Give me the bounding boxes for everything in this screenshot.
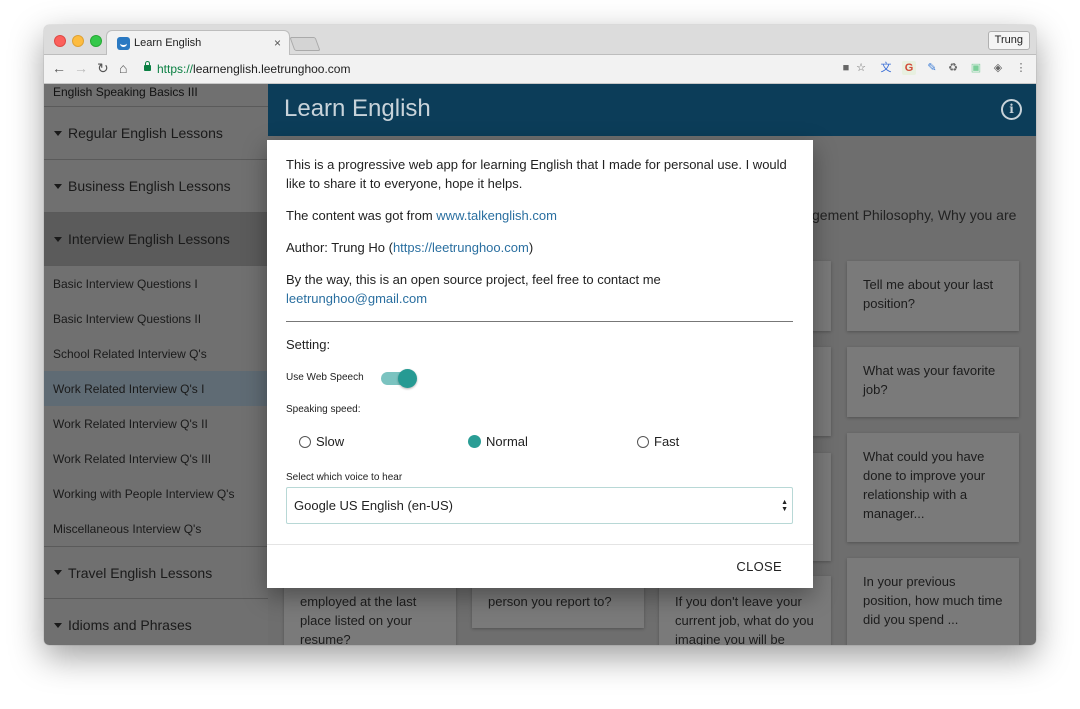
new-tab-button[interactable] xyxy=(289,37,321,51)
app-header: Learn English i xyxy=(268,84,1036,136)
sidebar-section-label: Interview English Lessons xyxy=(68,231,230,247)
sidebar-item-school-related[interactable]: School Related Interview Q's xyxy=(44,336,268,371)
dialog-author: Author: Trung Ho (https://leetrunghoo.co… xyxy=(286,238,796,257)
author-suffix: ) xyxy=(528,240,534,255)
caret-down-icon xyxy=(54,236,62,242)
extension-icon[interactable]: ▣ xyxy=(969,61,983,75)
speed-radio-fast[interactable]: Fast xyxy=(637,434,679,449)
reload-icon[interactable]: ↻ xyxy=(97,60,109,77)
tab-close-icon[interactable]: × xyxy=(274,36,281,50)
caret-down-icon xyxy=(54,130,62,136)
radio-label: Fast xyxy=(654,434,680,449)
close-window-button[interactable] xyxy=(54,35,66,47)
sidebar-section-label: Idioms and Phrases xyxy=(68,617,192,633)
contact-email-link[interactable]: leetrunghoo@gmail.com xyxy=(286,291,427,306)
question-card[interactable]: What was your favorite job? xyxy=(847,347,1019,417)
sidebar-item-work-related-1[interactable]: Work Related Interview Q's I xyxy=(44,371,268,406)
sidebar-section-label: Business English Lessons xyxy=(68,178,231,194)
camera-icon[interactable]: ■ xyxy=(839,61,853,75)
web-speech-label: Use Web Speech xyxy=(286,372,364,383)
maximize-window-button[interactable] xyxy=(90,35,102,47)
talkenglish-link[interactable]: www.talkenglish.com xyxy=(436,208,557,223)
radio-label: Slow xyxy=(316,434,345,449)
url-scheme: https:// xyxy=(157,62,194,76)
address-toolbar: ← → ↻ ⌂ https://learnenglish.leetrunghoo… xyxy=(44,55,1036,84)
radio-unchecked-icon xyxy=(637,435,649,448)
sidebar-section-travel[interactable]: Travel English Lessons xyxy=(44,546,268,599)
dialog-footer-divider xyxy=(267,544,813,545)
sidebar-item-working-with-people[interactable]: Working with People Interview Q's xyxy=(44,476,268,511)
radio-checked-icon xyxy=(468,435,481,448)
sidebar-item-work-related-2[interactable]: Work Related Interview Q's II xyxy=(44,406,268,441)
minimize-window-button[interactable] xyxy=(72,35,84,47)
radio-label: Normal xyxy=(486,434,528,449)
web-speech-toggle-knob[interactable] xyxy=(398,369,417,388)
favicon-icon xyxy=(117,37,130,50)
speed-radio-normal[interactable]: Normal xyxy=(468,434,528,449)
lesson-description: gement Philosophy, Why you are xyxy=(812,207,1017,223)
voice-select-label: Select which voice to hear xyxy=(286,472,403,483)
shield-extension-icon[interactable]: ◈ xyxy=(991,61,1005,75)
dialog-content-source: The content was got from www.talkenglish… xyxy=(286,206,796,225)
radio-unchecked-icon xyxy=(299,435,311,448)
contact-text: By the way, this is an open source proje… xyxy=(286,272,661,287)
sidebar-section-label: Regular English Lessons xyxy=(68,125,223,141)
more-menu-icon[interactable]: ⋮ xyxy=(1014,61,1028,75)
sidebar-section-business[interactable]: Business English Lessons xyxy=(44,160,268,213)
author-link[interactable]: https://leetrunghoo.com xyxy=(393,240,529,255)
author-prefix: Author: Trung Ho ( xyxy=(286,240,393,255)
sidebar-item-english-speaking-basics-iii[interactable]: English Speaking Basics III xyxy=(44,84,268,107)
address-bar[interactable]: https://learnenglish.leetrunghoo.com xyxy=(157,62,350,76)
home-icon[interactable]: ⌂ xyxy=(119,60,127,76)
pen-extension-icon[interactable]: ✎ xyxy=(925,61,939,75)
divider xyxy=(286,321,793,322)
browser-tab[interactable]: Learn English × xyxy=(106,30,290,56)
lock-icon xyxy=(144,61,151,71)
sidebar-item-work-related-3[interactable]: Work Related Interview Q's III xyxy=(44,441,268,476)
sidebar: English Speaking Basics III Regular Engl… xyxy=(44,84,268,645)
forward-icon[interactable]: → xyxy=(74,60,88,76)
question-card[interactable]: In your previous position, how much time… xyxy=(847,558,1019,645)
setting-heading: Setting: xyxy=(286,337,331,352)
select-arrows-icon: ▲ ▼ xyxy=(781,499,788,513)
question-card[interactable]: Tell me about your last position? xyxy=(847,261,1019,331)
title-bar: Learn English × Trung xyxy=(44,25,1036,56)
speed-radio-slow[interactable]: Slow xyxy=(299,434,344,449)
sidebar-section-idioms[interactable]: Idioms and Phrases xyxy=(44,599,268,645)
speaking-speed-label: Speaking speed: xyxy=(286,404,361,415)
app-title: Learn English xyxy=(284,95,431,122)
translate-extension-icon[interactable]: 文 xyxy=(879,61,893,75)
url-host: learnenglish.leetrunghoo.com xyxy=(193,62,351,76)
tab-title: Learn English xyxy=(134,37,202,49)
sidebar-item-basic-interview-2[interactable]: Basic Interview Questions II xyxy=(44,301,268,336)
question-card[interactable]: What could you have done to improve your… xyxy=(847,433,1019,542)
content-source-prefix: The content was got from xyxy=(286,208,437,223)
recycle-extension-icon[interactable]: ♻ xyxy=(946,61,960,75)
sidebar-item-miscellaneous[interactable]: Miscellaneous Interview Q's xyxy=(44,511,268,546)
voice-select-value: Google US English (en-US) xyxy=(294,498,453,513)
google-extension-icon[interactable]: G xyxy=(902,61,916,75)
back-icon[interactable]: ← xyxy=(52,60,66,76)
sidebar-section-label: Travel English Lessons xyxy=(68,564,213,581)
sidebar-item-basic-interview-1[interactable]: Basic Interview Questions I xyxy=(44,266,268,301)
dialog-intro-text: This is a progressive web app for learni… xyxy=(286,157,787,191)
voice-select[interactable]: Google US English (en-US) ▲ ▼ xyxy=(286,487,793,524)
close-button[interactable]: CLOSE xyxy=(736,559,782,574)
sidebar-section-interview[interactable]: Interview English Lessons xyxy=(44,213,268,266)
about-dialog: This is a progressive web app for learni… xyxy=(267,140,813,588)
profile-button[interactable]: Trung xyxy=(987,31,1030,50)
info-icon[interactable]: i xyxy=(1001,99,1022,120)
dialog-contact: By the way, this is an open source proje… xyxy=(286,270,796,308)
caret-down-icon xyxy=(54,183,62,189)
sidebar-section-regular[interactable]: Regular English Lessons xyxy=(44,107,268,160)
star-icon[interactable]: ☆ xyxy=(854,61,868,75)
caret-down-icon xyxy=(54,570,62,575)
caret-down-icon xyxy=(54,622,62,628)
